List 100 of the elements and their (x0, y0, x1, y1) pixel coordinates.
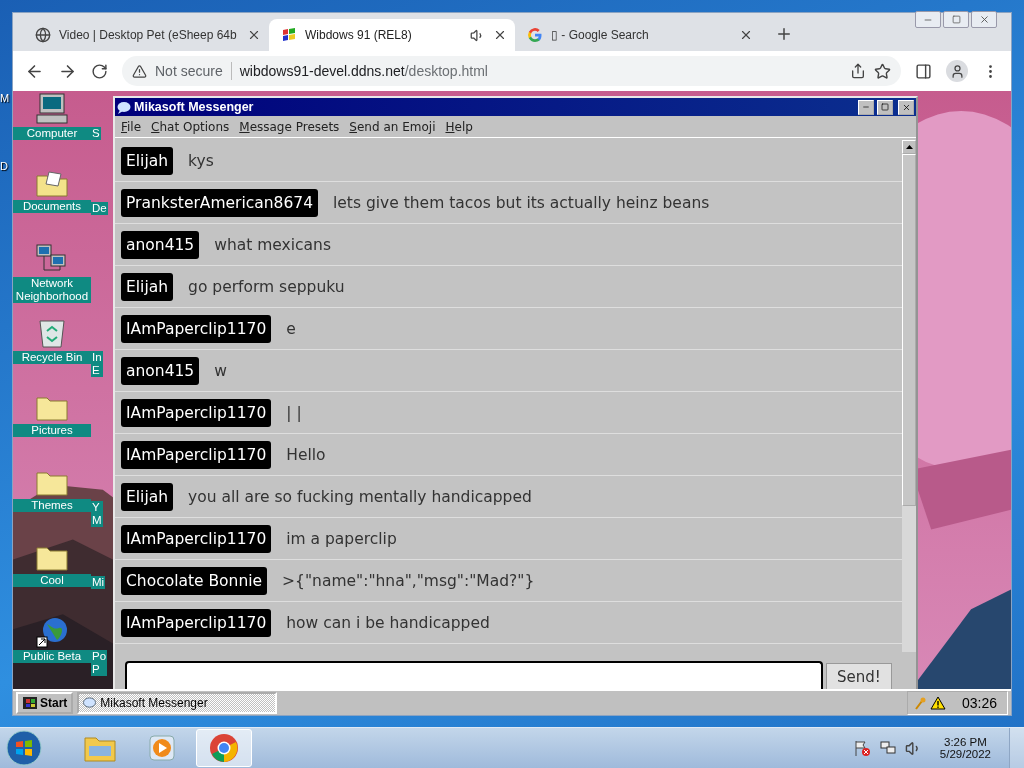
message-text: go perform seppuku (188, 277, 345, 296)
icon-label: Pictures (13, 424, 91, 437)
menu-item[interactable]: File (121, 119, 142, 134)
icon-label: S (91, 127, 101, 140)
message-text: >{"name":"hna","msg":"Mad?"} (282, 571, 535, 590)
desktop-icon[interactable]: Documents (13, 165, 91, 213)
icon-label: Recycle Bin (13, 351, 91, 365)
minimize-icon (862, 103, 870, 111)
computer-icon (35, 93, 69, 125)
icon-label: Y (91, 500, 103, 514)
username-badge: IAmPaperclip1170 (121, 524, 272, 553)
desktop-icon[interactable]: Public Beta (13, 614, 91, 664)
desktop-icon-label: M (0, 92, 11, 104)
close-icon (978, 14, 990, 25)
security-label: Not secure (155, 63, 223, 79)
reload-icon[interactable] (91, 62, 108, 80)
chrome-icon (209, 733, 239, 763)
google-g-icon (527, 27, 543, 43)
taskbar-button[interactable]: Mikasoft Messenger (77, 692, 278, 714)
start-orb-icon[interactable] (6, 730, 42, 766)
clock: 03:26 (961, 695, 997, 711)
start-button[interactable]: Start (16, 692, 74, 714)
warning-icon (929, 696, 946, 710)
message-input[interactable] (125, 661, 823, 689)
message-text: how can i be handicapped (286, 613, 490, 632)
up-arrow-icon (905, 145, 913, 149)
share-icon[interactable] (850, 63, 866, 79)
browser-tab[interactable]: Video | Desktop Pet (eSheep 64b (23, 19, 269, 51)
menu-item[interactable]: Help (445, 119, 473, 134)
username-badge: IAmPaperclip1170 (121, 440, 272, 469)
browser-tab[interactable]: Wibdows 91 (REL8) (269, 19, 515, 51)
folder-icon (84, 734, 116, 762)
message-text: what mexicans (214, 235, 331, 254)
message-text: | | (286, 403, 302, 422)
username-badge: PranksterAmerican8674 (121, 188, 318, 217)
globe-icon (35, 27, 51, 43)
close-icon[interactable] (247, 28, 261, 42)
scrollbar[interactable] (902, 140, 916, 652)
icon-label: M (91, 513, 103, 527)
key-icon (913, 696, 926, 710)
desktop-icon[interactable]: Recycle Bin (13, 315, 91, 365)
icon-label: Network Neighborhood (13, 276, 91, 303)
menu-item[interactable]: Chat Options (151, 119, 230, 134)
desktop-icon[interactable]: Themes (13, 464, 91, 512)
tab-title: Video | Desktop Pet (eSheep 64b (59, 28, 238, 42)
tab-title: Wibdows 91 (REL8) (305, 28, 413, 42)
side-panel-icon[interactable] (915, 62, 932, 80)
close-icon[interactable] (739, 28, 753, 42)
browser-tab[interactable]: ▯ - Google Search (515, 19, 761, 51)
username-badge: anon415 (121, 356, 200, 385)
star-icon[interactable] (874, 62, 891, 80)
message-text: Hello (286, 445, 326, 464)
message-text: kys (188, 151, 214, 170)
username-badge: Elijah (121, 146, 174, 175)
profile-icon[interactable] (946, 60, 968, 82)
username-badge: Elijah (121, 272, 174, 301)
icon-label: In (91, 351, 103, 365)
warning-icon (132, 63, 147, 79)
message-text: e (286, 319, 296, 338)
desktop-icon[interactable]: Cool (13, 539, 91, 587)
desktop-icon[interactable]: Computer (13, 91, 91, 140)
menu-item[interactable]: Message Presets (239, 119, 340, 134)
recycle-bin-icon (37, 317, 67, 350)
icon-label: E (91, 364, 103, 378)
clock-date: 5/29/2022 (939, 748, 991, 760)
menu-item[interactable]: Send an Emoji (349, 119, 436, 134)
close-icon[interactable] (493, 28, 507, 42)
url-text: wibdows91-devel.ddns.net/desktop.html (239, 63, 488, 79)
icon-label: Computer (13, 127, 91, 140)
tab-title: ▯ - Google Search (551, 28, 650, 42)
message-text: lets give them tacos but its actually heinz beans (333, 193, 710, 212)
flag-logo-icon (281, 27, 297, 43)
username-badge: Chocolate Bonnie (121, 566, 268, 595)
network-icon[interactable] (878, 739, 897, 757)
username-badge: anon415 (121, 230, 200, 259)
window-title: Mikasoft Messenger (134, 100, 255, 114)
username-badge: IAmPaperclip1170 (121, 314, 272, 343)
new-tab-icon[interactable] (775, 25, 793, 43)
speech-bubble-icon (83, 697, 97, 709)
message-text: im a paperclip (286, 529, 397, 548)
icon-label: P (91, 663, 108, 677)
flag-logo-icon (22, 696, 38, 710)
send-button[interactable]: Send! (826, 663, 892, 689)
maximize-icon (881, 103, 889, 111)
message-text: w (214, 361, 227, 380)
username-badge: Elijah (121, 482, 174, 511)
desktop-icon[interactable]: Pictures (13, 390, 91, 437)
play-icon (148, 734, 176, 762)
desktop-icon[interactable]: Network Neighborhood (13, 240, 91, 303)
speech-bubble-icon (117, 100, 131, 114)
close-icon (901, 102, 911, 112)
flag-error-icon[interactable] (852, 739, 871, 757)
username-badge: IAmPaperclip1170 (121, 608, 272, 637)
desktop-icon-label: D (0, 160, 9, 172)
icon-label: Po (91, 650, 108, 664)
address-bar[interactable]: Not secure wibdows91-devel.ddns.net/desktop.html (122, 56, 901, 86)
clock-time: 3:26 PM (944, 736, 987, 748)
taskbar-clock[interactable]: 3:26 PM 5/29/2022 (929, 736, 1001, 760)
maximize-icon (951, 15, 961, 24)
taskbar-app-button[interactable] (196, 729, 252, 767)
